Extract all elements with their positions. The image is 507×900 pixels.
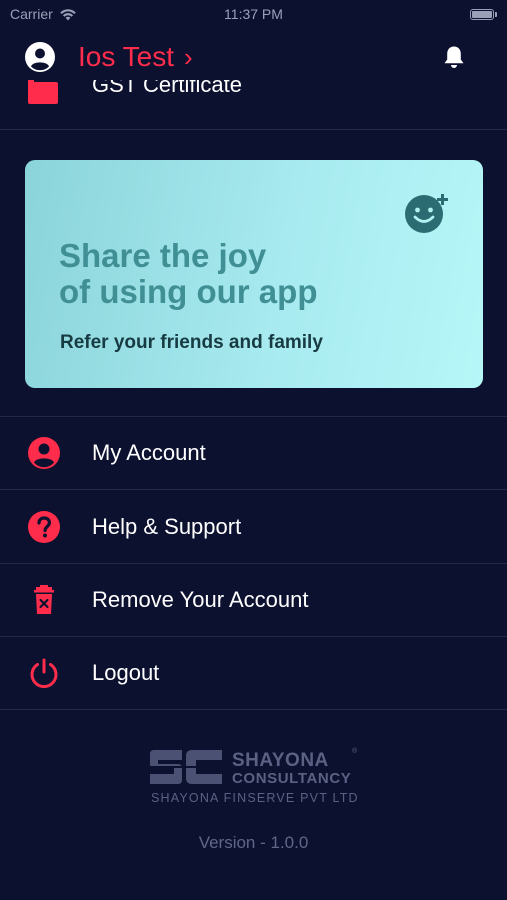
status-time: 11:37 PM: [224, 6, 283, 22]
status-right: [470, 8, 497, 20]
smile-plus-icon: [405, 194, 448, 233]
power-icon: [30, 658, 58, 689]
header: Ios Test ›: [0, 34, 507, 80]
menu-item-my-account[interactable]: My Account: [0, 417, 507, 489]
logo-tagline: SHAYONA FINSERVE PVT LTD: [151, 791, 359, 805]
account-icon: [28, 437, 60, 469]
divider: [0, 489, 507, 490]
menu-item-help-support[interactable]: Help & Support: [0, 491, 507, 563]
promo-title-line-2: of using our app: [59, 273, 318, 310]
user-avatar-icon[interactable]: [24, 41, 56, 73]
profile-link[interactable]: Ios Test ›: [78, 41, 193, 73]
menu-label-help-support: Help & Support: [92, 514, 242, 539]
logo-name-line-2: CONSULTANCY: [232, 770, 352, 787]
menu-item-gst-certificate[interactable]: GST Certificate: [0, 80, 507, 130]
promo-title: Share the joy of using our app: [59, 238, 389, 310]
menu-label-remove-account: Remove Your Account: [92, 587, 309, 612]
menu-item-label: GST Certificate: [92, 80, 242, 97]
bell-icon[interactable]: [441, 44, 467, 70]
logo-mark: [148, 750, 224, 784]
trash-icon: [34, 585, 54, 614]
logo-registered-mark: ®: [352, 748, 358, 755]
logo-name: SHAYONA: [232, 750, 329, 771]
menu-label-logout: Logout: [92, 660, 160, 685]
promo-subtitle: Refer your friends and family: [60, 332, 323, 353]
menu-item-logout[interactable]: Logout: [0, 637, 507, 709]
battery-icon: [470, 8, 494, 20]
certificate-icon: [28, 80, 58, 104]
help-icon: [28, 511, 60, 543]
user-name: Ios Test: [78, 41, 174, 72]
chevron-right-icon: ›: [183, 41, 193, 72]
divider: [0, 709, 507, 710]
promo-title-line-1: Share the joy: [59, 237, 267, 274]
app-version: Version - 1.0.0: [198, 833, 309, 852]
company-logo: SHAYONA CONSULTANCY ® SHAYONA FINSERVE P…: [148, 745, 360, 809]
status-bar: Carrier 11:37 PM: [0, 0, 507, 28]
refer-friends-card[interactable]: Share the joy of using our app Refer you…: [25, 160, 483, 388]
menu-item-remove-account[interactable]: Remove Your Account: [0, 564, 507, 636]
menu-label-my-account: My Account: [92, 440, 206, 465]
